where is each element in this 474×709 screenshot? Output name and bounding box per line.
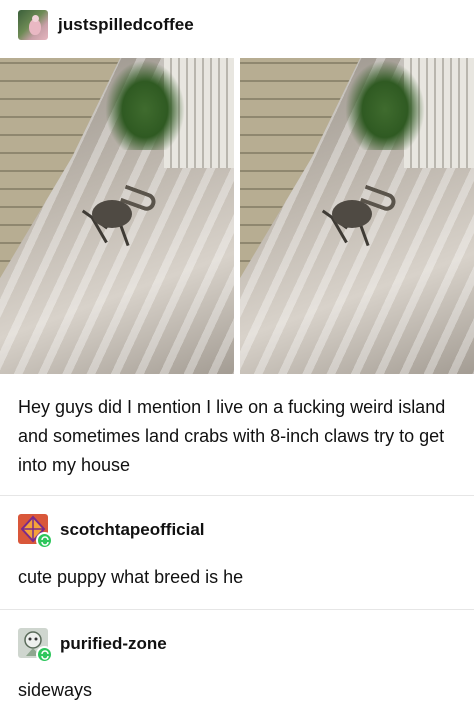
brick-wall bbox=[240, 58, 360, 278]
reblog-header: scotchtapeofficial bbox=[18, 514, 205, 549]
avatar[interactable] bbox=[18, 514, 53, 549]
reblog-text: sideways bbox=[18, 680, 93, 700]
reblog-username[interactable]: scotchtapeofficial bbox=[60, 520, 205, 540]
divider bbox=[0, 609, 474, 610]
reblog-username[interactable]: purified-zone bbox=[60, 634, 167, 654]
reblog-icon bbox=[36, 532, 53, 549]
avatar[interactable] bbox=[18, 628, 53, 663]
divider bbox=[0, 495, 474, 496]
post-username[interactable]: justspilledcoffee bbox=[58, 15, 194, 35]
post-header: justspilledcoffee bbox=[18, 10, 194, 40]
reblog-icon bbox=[36, 646, 53, 663]
crab-photo-right[interactable] bbox=[240, 58, 474, 374]
photo-set bbox=[0, 58, 474, 374]
brick-wall bbox=[0, 58, 120, 278]
reblog-header: purified-zone bbox=[18, 628, 167, 663]
reblog-text: cute puppy what breed is he bbox=[18, 567, 244, 587]
plant bbox=[105, 60, 185, 150]
avatar[interactable] bbox=[18, 10, 48, 40]
post-caption: Hey guys did I mention I live on a fucki… bbox=[18, 397, 446, 475]
bird-icon bbox=[29, 15, 41, 35]
plant bbox=[345, 60, 425, 150]
crab-photo-left[interactable] bbox=[0, 58, 234, 374]
